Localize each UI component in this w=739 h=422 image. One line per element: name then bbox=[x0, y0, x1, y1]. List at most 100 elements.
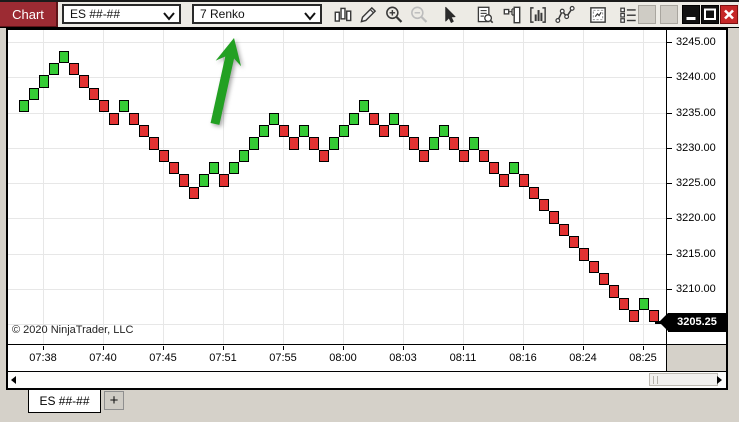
v-gridline bbox=[163, 30, 164, 345]
h-gridline bbox=[8, 254, 666, 255]
h-gridline bbox=[8, 218, 666, 219]
chart-window-tab[interactable]: Chart bbox=[0, 2, 58, 27]
scrollbar-thumb[interactable] bbox=[649, 373, 718, 386]
time-axis-tick bbox=[583, 346, 584, 350]
renko-brick-up bbox=[209, 162, 219, 174]
price-axis-tick bbox=[666, 148, 672, 149]
interval-dropdown[interactable]: 7 Renko bbox=[192, 4, 322, 24]
renko-brick-down bbox=[219, 174, 229, 186]
h-gridline bbox=[8, 113, 666, 114]
annotation-arrow bbox=[180, 30, 260, 135]
pencil-icon bbox=[357, 4, 379, 26]
renko-brick-down bbox=[179, 174, 189, 186]
thumb-grip bbox=[657, 376, 658, 384]
time-axis-label: 08:25 bbox=[623, 352, 663, 364]
time-axis-tick bbox=[283, 346, 284, 350]
drawing-tools-button[interactable] bbox=[356, 3, 380, 27]
maximize-button[interactable] bbox=[701, 5, 719, 24]
chart-properties-button[interactable] bbox=[586, 3, 610, 27]
price-axis-tick bbox=[666, 254, 672, 255]
time-axis-label: 08:11 bbox=[443, 352, 483, 364]
indicators-button[interactable] bbox=[526, 3, 550, 27]
object-list-button[interactable] bbox=[616, 3, 640, 27]
close-button[interactable] bbox=[720, 5, 738, 24]
instrument-dropdown[interactable]: ES ##-## bbox=[62, 4, 181, 24]
v-gridline bbox=[283, 30, 284, 345]
time-axis-label: 08:00 bbox=[323, 352, 363, 364]
price-axis-tick bbox=[666, 183, 672, 184]
renko-brick-down bbox=[319, 150, 329, 162]
renko-brick-up bbox=[249, 137, 259, 149]
renko-brick-up bbox=[239, 150, 249, 162]
minimize-button[interactable] bbox=[682, 5, 700, 24]
zoom-in-button[interactable] bbox=[382, 3, 406, 27]
zoom-out-button[interactable] bbox=[407, 3, 431, 27]
time-axis-tick bbox=[343, 346, 344, 350]
maximize-icon bbox=[702, 6, 718, 23]
renko-brick-up bbox=[469, 137, 479, 149]
renko-brick-up bbox=[259, 125, 269, 137]
chart-plot-area[interactable] bbox=[8, 30, 666, 345]
scroll-right-arrow[interactable] bbox=[717, 376, 722, 384]
renko-brick-up bbox=[19, 100, 29, 112]
renko-brick-down bbox=[449, 137, 459, 149]
chart-trader-button[interactable] bbox=[500, 3, 524, 27]
renko-brick-down bbox=[149, 137, 159, 149]
renko-brick-up bbox=[29, 88, 39, 100]
renko-brick-down bbox=[109, 113, 119, 125]
add-tab-button[interactable]: + bbox=[104, 391, 124, 410]
price-axis-tick bbox=[666, 289, 672, 290]
renko-brick-down bbox=[489, 162, 499, 174]
data-series-icon bbox=[474, 4, 496, 26]
interval-dropdown-value: 7 Renko bbox=[200, 7, 245, 21]
time-axis-tick bbox=[523, 346, 524, 350]
cursor-button[interactable] bbox=[437, 3, 461, 27]
chart-style-icon bbox=[332, 4, 354, 26]
renko-brick-down bbox=[159, 150, 169, 162]
chart-style-button[interactable] bbox=[331, 3, 355, 27]
chevron-down-icon bbox=[303, 10, 317, 22]
renko-brick-down bbox=[419, 150, 429, 162]
price-axis-label: 3225.00 bbox=[676, 177, 716, 189]
instrument-link-button[interactable] bbox=[638, 5, 656, 24]
price-axis-label: 3215.00 bbox=[676, 248, 716, 260]
price-axis-label: 3210.00 bbox=[676, 283, 716, 295]
interval-link-button[interactable] bbox=[660, 5, 678, 24]
renko-brick-down bbox=[129, 113, 139, 125]
toolbar: Chart ES ##-## 7 Renko bbox=[0, 0, 739, 28]
time-axis-tick bbox=[463, 346, 464, 350]
price-axis-tick bbox=[666, 113, 672, 114]
h-gridline bbox=[8, 77, 666, 78]
renko-brick-up bbox=[639, 298, 649, 310]
strategies-icon bbox=[554, 4, 576, 26]
renko-brick-down bbox=[479, 150, 489, 162]
renko-brick-down bbox=[399, 125, 409, 137]
renko-brick-down bbox=[549, 211, 559, 223]
scroll-left-arrow[interactable] bbox=[11, 376, 16, 384]
time-axis-label: 07:55 bbox=[263, 352, 303, 364]
strategies-button[interactable] bbox=[553, 3, 577, 27]
time-axis-tick bbox=[103, 346, 104, 350]
h-gridline bbox=[8, 42, 666, 43]
price-axis-tick bbox=[666, 42, 672, 43]
renko-brick-down bbox=[619, 298, 629, 310]
renko-brick-up bbox=[349, 113, 359, 125]
renko-brick-down bbox=[189, 187, 199, 199]
time-axis-tick bbox=[223, 346, 224, 350]
renko-brick-down bbox=[589, 261, 599, 273]
price-axis-tick bbox=[666, 218, 672, 219]
renko-brick-up bbox=[359, 100, 369, 112]
tab-instrument[interactable]: ES ##-## bbox=[28, 390, 101, 413]
renko-brick-up bbox=[509, 162, 519, 174]
indicators-icon bbox=[527, 4, 549, 26]
data-series-button[interactable] bbox=[473, 3, 497, 27]
time-axis-tick bbox=[163, 346, 164, 350]
chart-window: Chart ES ##-## 7 Renko bbox=[0, 0, 739, 422]
renko-brick-up bbox=[229, 162, 239, 174]
time-axis-tick bbox=[403, 346, 404, 350]
renko-brick-down bbox=[599, 273, 609, 285]
renko-brick-up bbox=[199, 174, 209, 186]
renko-brick-down bbox=[499, 174, 509, 186]
horizontal-scrollbar[interactable] bbox=[8, 372, 726, 388]
time-axis-label: 08:16 bbox=[503, 352, 543, 364]
